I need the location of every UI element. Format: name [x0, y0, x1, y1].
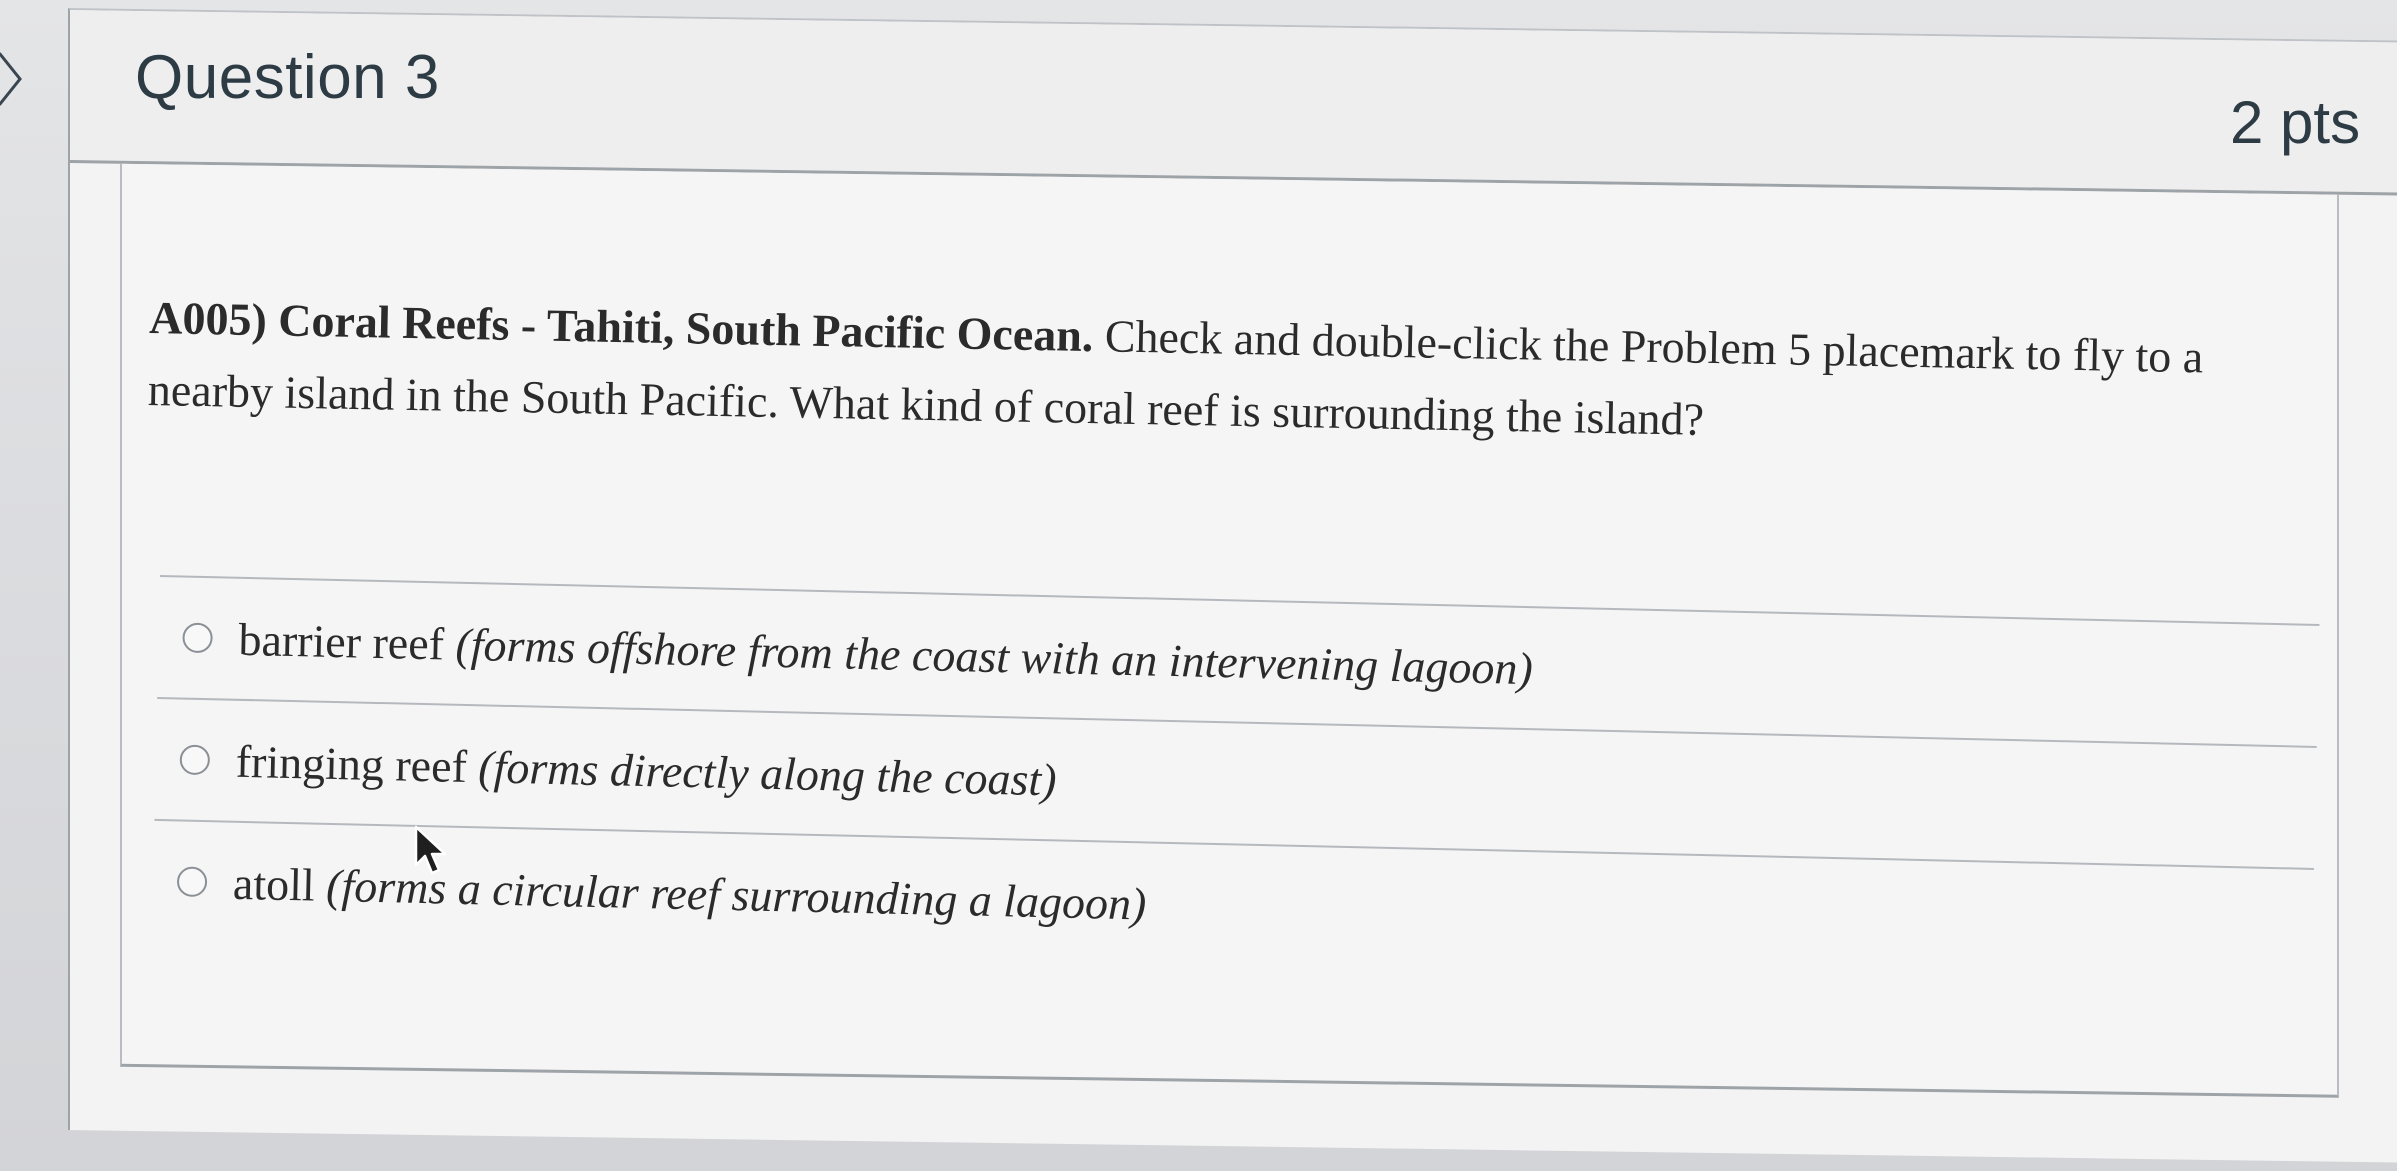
radio-unchecked-icon[interactable] — [179, 744, 211, 776]
answer-label[interactable]: atoll (forms a circular reef surrounding… — [232, 856, 1147, 930]
mouse-pointer-icon — [414, 825, 447, 875]
screen-background: Question 3 2 pts A005) Coral Reefs - Tah… — [0, 0, 2397, 1171]
answer-name: barrier reef — [237, 613, 445, 669]
answer-list: barrier reef (forms offshore from the co… — [152, 575, 2320, 990]
radio-unchecked-icon[interactable] — [182, 622, 213, 654]
answer-description: (forms offshore from the coast with an i… — [454, 618, 1534, 694]
question-title: Question 3 — [135, 43, 440, 112]
answer-name: fringing reef — [235, 735, 468, 792]
question-text-bold: A005) Coral Reefs - Tahiti, South Pacifi… — [148, 291, 1094, 362]
answer-label[interactable]: barrier reef (forms offshore from the co… — [238, 612, 1533, 694]
radio-unchecked-icon[interactable] — [176, 866, 208, 898]
answer-label[interactable]: fringing reef (forms directly along the … — [235, 734, 1057, 806]
answer-description: (forms directly along the coast) — [477, 740, 1058, 805]
answer-name: atoll — [232, 857, 316, 911]
question-points: 2 pts — [2230, 89, 2361, 156]
chevron-right-icon[interactable] — [0, 50, 24, 108]
